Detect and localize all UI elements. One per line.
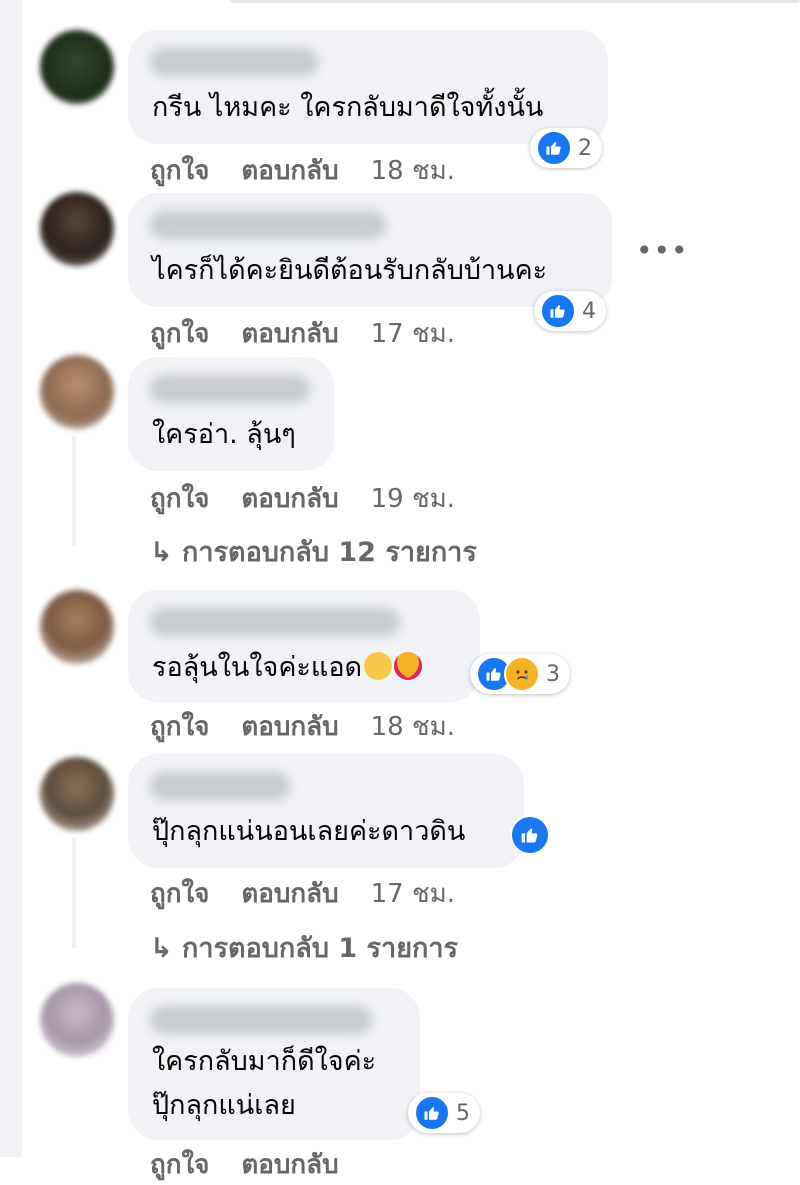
author-name[interactable] bbox=[150, 48, 318, 76]
like-button[interactable]: ถูกใจ bbox=[150, 1150, 209, 1180]
timestamp[interactable]: 17 ชม. bbox=[371, 319, 455, 349]
avatar[interactable] bbox=[40, 192, 114, 266]
heart-eyes-emoji-icon bbox=[394, 652, 423, 680]
comment-text-line-2: ปุ๊กลุกแน่เลย bbox=[152, 1090, 296, 1121]
comment-bubble: กรีน ไหมคะ ใครกลับมาดีใจทั้งนั้น bbox=[128, 30, 608, 144]
reaction-summary[interactable]: 2 bbox=[530, 128, 602, 168]
thread-line bbox=[72, 436, 76, 546]
reaction-count: 5 bbox=[456, 1100, 470, 1126]
reply-button[interactable]: ตอบกลับ bbox=[241, 156, 338, 186]
comment-bubble: ใครอ่า. ลุ้นๆ bbox=[128, 357, 334, 471]
comment-actions: ถูกใจ ตอบกลับ 18 ชม. bbox=[150, 150, 487, 191]
avatar[interactable] bbox=[40, 983, 114, 1057]
comment-text-line-1: ใครกลับมาก็ดีใจค่ะ bbox=[152, 1046, 377, 1077]
comment-text: ปุ๊กลุกแน่นอนเลยค่ะดาวดิน bbox=[152, 816, 466, 847]
comment-bubble: ปุ๊กลุกแน่นอนเลยค่ะดาวดิน bbox=[128, 754, 524, 868]
like-button[interactable]: ถูกใจ bbox=[150, 879, 209, 909]
comment-bubble: รอลุ้นในใจค่ะแอด bbox=[128, 590, 480, 702]
timestamp[interactable]: 19 ชม. bbox=[371, 484, 455, 514]
top-divider bbox=[230, 0, 800, 3]
author-name[interactable] bbox=[150, 1006, 372, 1034]
like-button[interactable]: ถูกใจ bbox=[150, 484, 209, 514]
view-replies-link[interactable]: ↳ การตอบกลับ 12 รายการ bbox=[150, 530, 477, 573]
comment-text: รอลุ้นในใจค่ะแอด bbox=[152, 650, 423, 686]
avatar[interactable] bbox=[40, 590, 114, 664]
reaction-summary[interactable]: 3 bbox=[470, 654, 570, 694]
grinning-emoji-icon bbox=[364, 652, 393, 680]
author-name[interactable] bbox=[150, 772, 290, 800]
author-name[interactable] bbox=[150, 211, 386, 239]
thread-line bbox=[72, 838, 76, 948]
comment-actions: ถูกใจ ตอบกลับ 18 ชม. bbox=[150, 706, 487, 747]
like-button[interactable]: ถูกใจ bbox=[150, 712, 209, 742]
replies-count-label: การตอบกลับ 1 รายการ bbox=[182, 933, 459, 964]
comment-text: กรีน ไหมคะ ใครกลับมาดีใจทั้งนั้น bbox=[152, 92, 544, 123]
reply-arrow-icon: ↳ bbox=[150, 537, 173, 568]
comment-actions: ถูกใจ ตอบกลับ 17 ชม. bbox=[150, 873, 487, 914]
comment-text: ใครอ่า. ลุ้นๆ bbox=[152, 419, 296, 450]
reaction-summary[interactable]: 4 bbox=[534, 291, 606, 331]
reply-button[interactable]: ตอบกลับ bbox=[241, 319, 338, 349]
timestamp[interactable]: 18 ชม. bbox=[371, 712, 455, 742]
reply-button[interactable]: ตอบกลับ bbox=[241, 712, 338, 742]
reaction-count: 3 bbox=[546, 661, 560, 687]
like-reaction-icon[interactable] bbox=[510, 815, 550, 855]
comment-actions: ถูกใจ ตอบกลับ 19 ชม. bbox=[150, 478, 487, 519]
view-replies-link[interactable]: ↳ การตอบกลับ 1 รายการ bbox=[150, 926, 458, 969]
avatar[interactable] bbox=[40, 757, 114, 831]
like-reaction-icon bbox=[540, 293, 576, 329]
reply-button[interactable]: ตอบกลับ bbox=[241, 1150, 338, 1180]
reply-button[interactable]: ตอบกลับ bbox=[241, 484, 338, 514]
replies-count-label: การตอบกลับ 12 รายการ bbox=[182, 537, 477, 568]
reaction-count: 4 bbox=[582, 298, 596, 324]
like-button[interactable]: ถูกใจ bbox=[150, 319, 209, 349]
comment-actions: ถูกใจ ตอบกลับ bbox=[150, 1144, 371, 1185]
more-options-icon[interactable]: ••• bbox=[636, 234, 689, 267]
author-name[interactable] bbox=[150, 375, 310, 403]
like-reaction-icon bbox=[414, 1095, 450, 1131]
timestamp[interactable]: 17 ชม. bbox=[371, 879, 455, 909]
reply-arrow-icon: ↳ bbox=[150, 933, 173, 964]
sad-reaction-icon bbox=[504, 656, 540, 692]
author-name[interactable] bbox=[150, 608, 400, 636]
comment-bubble: ใครกลับมาก็ดีใจค่ะ ปุ๊กลุกแน่เลย bbox=[128, 988, 420, 1140]
comment-bubble: ไครก็ได้คะยินดีต้อนรับกลับบ้านคะ bbox=[128, 193, 612, 307]
avatar[interactable] bbox=[40, 355, 114, 429]
reaction-count: 2 bbox=[578, 135, 592, 161]
comment-text-body: รอลุ้นในใจค่ะแอด bbox=[152, 652, 363, 683]
left-panel-edge bbox=[0, 0, 22, 1157]
comment-actions: ถูกใจ ตอบกลับ 17 ชม. bbox=[150, 313, 487, 354]
reply-button[interactable]: ตอบกลับ bbox=[241, 879, 338, 909]
comment-text: ไครก็ได้คะยินดีต้อนรับกลับบ้านคะ bbox=[152, 255, 548, 286]
like-reaction-icon bbox=[536, 130, 572, 166]
timestamp[interactable]: 18 ชม. bbox=[371, 156, 455, 186]
reaction-summary[interactable]: 5 bbox=[408, 1093, 480, 1133]
like-button[interactable]: ถูกใจ bbox=[150, 156, 209, 186]
avatar[interactable] bbox=[40, 30, 114, 104]
